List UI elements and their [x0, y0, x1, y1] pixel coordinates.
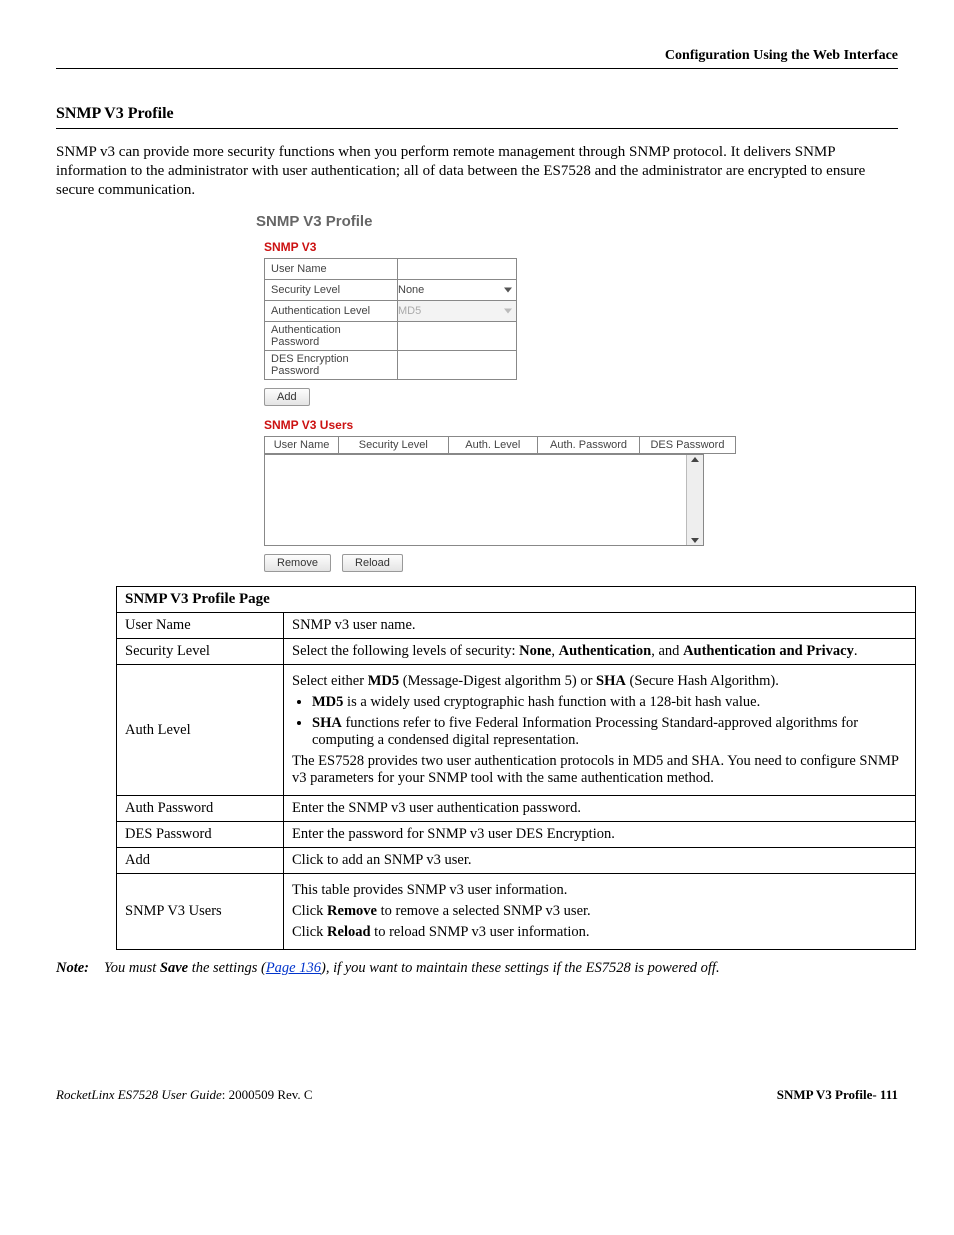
row-users-label: SNMP V3 Users	[117, 874, 284, 950]
config-screenshot: SNMP V3 Profile SNMP V3 User Name Securi…	[256, 213, 736, 572]
row-username-text: SNMP v3 user name.	[284, 613, 916, 639]
col-despassword: DES Password	[639, 437, 735, 454]
section-heading: SNMP V3 Profile	[56, 105, 898, 123]
securitylevel-value: None	[398, 284, 424, 296]
col-username: User Name	[265, 437, 339, 454]
scroll-down-icon[interactable]	[691, 538, 699, 543]
chevron-down-icon	[504, 288, 512, 293]
row-users-text: This table provides SNMP v3 user informa…	[284, 874, 916, 950]
securitylevel-label: Security Level	[265, 280, 398, 301]
section-intro: SNMP v3 can provide more security functi…	[56, 143, 898, 199]
authlevel-label: Authentication Level	[265, 301, 398, 322]
despass-label: DES Encryption Password	[265, 351, 398, 380]
users-scrollbar[interactable]	[686, 455, 703, 545]
despass-input[interactable]	[398, 358, 512, 372]
snmpv3-users-subheading: SNMP V3 Users	[264, 418, 736, 432]
username-label: User Name	[265, 259, 398, 280]
note-block: Note: You must Save the settings (Page 1…	[56, 960, 898, 977]
screenshot-title: SNMP V3 Profile	[256, 213, 736, 230]
section-rule	[56, 128, 898, 129]
row-despassword-label: DES Password	[117, 822, 284, 848]
row-securitylevel-label: Security Level	[117, 639, 284, 665]
page-footer: RocketLinx ES7528 User Guide: 2000509 Re…	[56, 1087, 898, 1103]
row-authpassword-text: Enter the SNMP v3 user authentication pa…	[284, 796, 916, 822]
footer-left-title: RocketLinx ES7528 User Guide	[56, 1087, 222, 1102]
row-add-label: Add	[117, 848, 284, 874]
desc-title: SNMP V3 Profile Page	[117, 587, 916, 613]
row-authlevel-label: Auth Level	[117, 665, 284, 796]
users-table-body[interactable]	[264, 454, 704, 546]
note-link[interactable]: Page 136	[266, 960, 321, 976]
snmpv3-form: User Name Security Level None Authentica…	[264, 258, 517, 380]
footer-left-rev: : 2000509 Rev. C	[222, 1087, 313, 1102]
authpass-input[interactable]	[398, 329, 512, 343]
footer-right: SNMP V3 Profile- 111	[777, 1087, 898, 1103]
row-username-label: User Name	[117, 613, 284, 639]
note-label: Note:	[56, 960, 104, 977]
remove-button[interactable]: Remove	[264, 554, 331, 572]
note-text: You must Save the settings (Page 136), i…	[104, 960, 898, 977]
users-table-header: User Name Security Level Auth. Level Aut…	[264, 436, 736, 454]
row-authlevel-text: Select either MD5 (Message-Digest algori…	[284, 665, 916, 796]
authlevel-select: MD5	[398, 301, 517, 322]
snmpv3-subheading: SNMP V3	[264, 240, 736, 254]
authlevel-value: MD5	[398, 305, 421, 317]
row-despassword-text: Enter the password for SNMP v3 user DES …	[284, 822, 916, 848]
col-authlevel: Auth. Level	[448, 437, 538, 454]
row-add-text: Click to add an SNMP v3 user.	[284, 848, 916, 874]
username-input[interactable]	[398, 262, 512, 276]
row-securitylevel-text: Select the following levels of security:…	[284, 639, 916, 665]
reload-button[interactable]: Reload	[342, 554, 403, 572]
authpass-label: Authentication Password	[265, 322, 398, 351]
scroll-up-icon[interactable]	[691, 457, 699, 462]
row-authpassword-label: Auth Password	[117, 796, 284, 822]
page-header-title: Configuration Using the Web Interface	[56, 48, 898, 64]
description-table: SNMP V3 Profile Page User Name SNMP v3 u…	[116, 586, 916, 950]
header-rule	[56, 68, 898, 69]
add-button[interactable]: Add	[264, 388, 310, 406]
chevron-down-icon	[504, 309, 512, 314]
col-securitylevel: Security Level	[339, 437, 448, 454]
col-authpassword: Auth. Password	[538, 437, 640, 454]
securitylevel-select[interactable]: None	[398, 280, 517, 301]
